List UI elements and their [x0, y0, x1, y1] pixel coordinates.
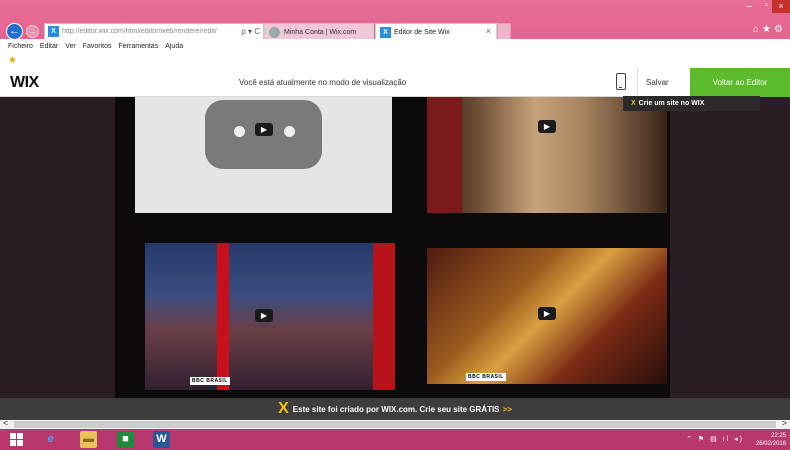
close-window-icon[interactable]: ×	[772, 0, 790, 13]
banner-text: Este site foi criado por WIX.com. Crie s…	[292, 404, 500, 414]
internet-explorer-icon[interactable]: e	[42, 431, 59, 448]
maximize-icon[interactable]: ▫	[764, 0, 768, 11]
address-url[interactable]: http://editor.wix.com/html/editor/web/re…	[62, 28, 238, 35]
back-arrow-icon[interactable]: ←	[6, 23, 23, 40]
thumbnail-dot-icon	[234, 126, 245, 137]
add-favorite-icon[interactable]: ★	[8, 55, 17, 66]
tab-label: Editor de Site Wix	[394, 28, 450, 36]
wix-footer-banner[interactable]: X Este site foi criado por WIX.com. Crie…	[0, 398, 790, 420]
bbc-brasil-badge: BBC BRASIL	[466, 373, 506, 381]
play-icon[interactable]: ▶	[255, 309, 273, 322]
video-thumbnail	[217, 243, 229, 390]
clock-time: 22:25	[770, 433, 786, 439]
wix-favicon-icon: X	[380, 26, 391, 38]
favorites-bar: ★	[0, 53, 790, 68]
home-favorites-settings-icons[interactable]: ⌂★⚙	[753, 24, 786, 35]
create-site-tooltip[interactable]: X Crie um site no WIX	[623, 96, 760, 111]
windows-start-icon[interactable]	[10, 433, 24, 446]
new-tab-button[interactable]	[497, 23, 511, 40]
scroll-left-icon[interactable]: <	[3, 418, 8, 428]
windows-taskbar: e ▬ ■ W ⌃ ⚑ ▤ ıl ◂) 22:25 26/02/2016	[0, 429, 790, 450]
wix-logo[interactable]: WIX	[10, 74, 39, 92]
mobile-view-icon[interactable]	[616, 73, 626, 90]
video-player[interactable]: ▶	[427, 97, 667, 213]
scrollbar-thumb[interactable]	[14, 421, 776, 428]
tab-minha-conta[interactable]: Minha Conta | Wix.com	[264, 23, 374, 40]
video-player[interactable]: ▶ BBC BRASIL	[145, 243, 395, 390]
menu-editar[interactable]: Editar	[40, 43, 58, 50]
site-preview-area	[0, 97, 790, 398]
banner-chevron: >>	[502, 404, 512, 414]
thumbnail-dot-icon	[284, 126, 295, 137]
bbc-brasil-badge: BBC BRASIL	[190, 377, 230, 385]
word-icon[interactable]: W	[153, 431, 170, 448]
play-icon[interactable]: ▶	[538, 307, 556, 320]
play-icon[interactable]: ▶	[538, 120, 556, 133]
browser-titlebar: ← → X http://editor.wix.com/html/editor/…	[0, 0, 790, 40]
tab-close-icon[interactable]: ×	[486, 26, 491, 36]
video-player[interactable]: ▶ BBC BRASIL	[427, 248, 667, 384]
tab-favicon-icon	[269, 26, 280, 38]
clock-date: 26/02/2016	[755, 441, 786, 447]
video-thumbnail	[373, 243, 395, 390]
horizontal-scrollbar[interactable]: < >	[0, 418, 790, 429]
wix-x-icon: X	[278, 400, 289, 417]
wix-favicon-icon: X	[48, 26, 59, 37]
tab-editor-de-site[interactable]: X Editor de Site Wix ×	[375, 23, 497, 40]
system-tray-icons[interactable]: ⌃ ⚑ ▤ ıl ◂)	[686, 435, 744, 443]
back-to-editor-button[interactable]: Voltar ao Editor	[690, 68, 790, 97]
search-refresh-icons[interactable]: ρ ▾ C	[238, 27, 263, 36]
store-icon[interactable]: ■	[117, 431, 134, 448]
wix-x-icon: X	[631, 100, 636, 107]
menu-bar: Ficheiro Editar Ver Favoritos Ferramenta…	[0, 39, 790, 53]
save-button[interactable]: Salvar	[646, 78, 669, 87]
scroll-right-icon[interactable]: >	[782, 418, 787, 428]
play-icon[interactable]: ▶	[255, 123, 273, 136]
tab-label: Minha Conta | Wix.com	[284, 28, 357, 36]
preview-mode-message: Você está atualmente no modo de visualiz…	[239, 78, 407, 87]
wix-preview-bar: WIX Você está atualmente no modo de visu…	[0, 68, 790, 97]
file-explorer-icon[interactable]: ▬	[80, 431, 97, 448]
menu-ver[interactable]: Ver	[65, 43, 76, 50]
menu-ajuda[interactable]: Ajuda	[165, 43, 183, 50]
minimize-icon[interactable]: –	[746, 1, 752, 12]
forward-arrow-icon[interactable]: →	[26, 25, 39, 38]
menu-ferramentas[interactable]: Ferramentas	[119, 43, 159, 50]
taskbar-clock[interactable]: 22:25 26/02/2016	[756, 432, 786, 448]
video-thumbnail	[427, 97, 462, 213]
video-player[interactable]: ▶	[135, 97, 392, 213]
menu-favoritos[interactable]: Favoritos	[83, 43, 112, 50]
menu-ficheiro[interactable]: Ficheiro	[8, 43, 33, 50]
tooltip-text: Crie um site no WIX	[638, 100, 705, 107]
address-bar[interactable]: X http://editor.wix.com/html/editor/web/…	[44, 23, 264, 40]
divider	[637, 68, 638, 97]
